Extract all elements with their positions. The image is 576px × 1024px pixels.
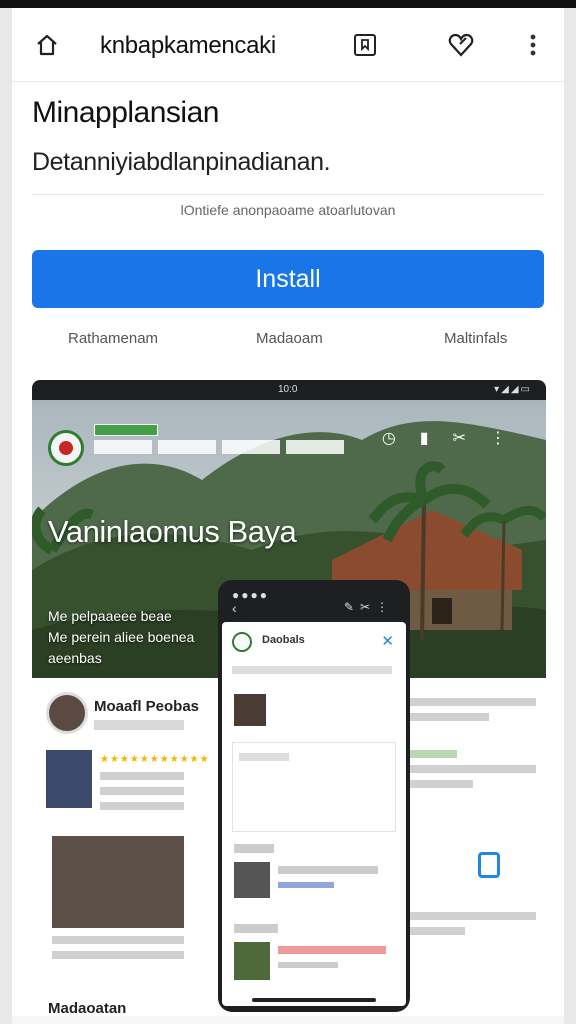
phone-screen: Daobals ✕ bbox=[222, 622, 406, 1006]
phone-input-box bbox=[232, 742, 396, 832]
app-meta-text: lOntiefe anonpaoame atoarlutovan bbox=[180, 202, 396, 218]
phone-toolbar: ●●●● ‹ ✎✂⋮ bbox=[232, 588, 394, 616]
bottom-nav-strip bbox=[12, 1016, 564, 1024]
phone-thumbnail bbox=[234, 694, 266, 726]
feed-photo-large bbox=[52, 836, 184, 928]
preview-status-bar: 10:0 ▾◢◢▭ bbox=[32, 380, 546, 400]
badge-icon bbox=[478, 852, 500, 878]
phone-text-line-4 bbox=[278, 962, 338, 968]
phone-home-indicator bbox=[252, 998, 376, 1002]
feed-user-sub bbox=[94, 720, 184, 730]
app-stats-row: Rathamenam Madaoam Maltinfals bbox=[32, 330, 544, 352]
app-screenshot-preview[interactable]: 10:0 ▾◢◢▭ ◷▮✂⋮ Vaninlaomus Baya Me pelpa… bbox=[32, 380, 546, 1024]
preview-status-icons: ▾◢◢▭ bbox=[494, 384, 532, 395]
hero-action-icons: ◷▮✂⋮ bbox=[381, 430, 530, 447]
feed-photo-thumbnail bbox=[46, 750, 92, 808]
feed-caption: Madaoatan bbox=[48, 1000, 127, 1017]
device-status-bar bbox=[0, 0, 576, 8]
close-icon: ✕ bbox=[381, 633, 394, 650]
phone-thumbnail-3 bbox=[234, 942, 270, 980]
brand-tag bbox=[94, 424, 158, 436]
stat-label-rating: Rathamenam bbox=[68, 330, 159, 347]
stat-label-age: Maltinfals bbox=[444, 330, 508, 347]
preview-status-time: 10:0 bbox=[278, 384, 298, 395]
app-developer[interactable]: Detanniyiabdlanpinadianan. bbox=[32, 148, 331, 177]
phone-thumbnail-2 bbox=[234, 862, 270, 898]
brand-logo-icon bbox=[48, 430, 84, 466]
stat-label-size: Madaoam bbox=[256, 330, 323, 347]
phone-screen-title: Daobals bbox=[262, 634, 305, 646]
phone-mockup: ●●●● ‹ ✎✂⋮ Daobals ✕ bbox=[218, 580, 410, 1012]
bookmark-icon[interactable] bbox=[350, 30, 380, 60]
toolbar-title: knbapkamencaki bbox=[100, 32, 276, 59]
hero-title: Vaninlaomus Baya bbox=[48, 514, 297, 549]
phone-text-line bbox=[232, 666, 392, 674]
feed-text-lines bbox=[100, 772, 184, 817]
home-icon[interactable] bbox=[32, 30, 62, 60]
hero-subtitle: Me pelpaaeee beae Me perein aliee boenea… bbox=[48, 608, 195, 666]
heart-icon[interactable] bbox=[446, 30, 476, 60]
avatar bbox=[46, 692, 88, 734]
feed-user-name: Moaafl Peobas bbox=[94, 698, 200, 715]
feed-text-lines-2 bbox=[52, 936, 184, 966]
hero-nav-chips bbox=[94, 440, 344, 454]
phone-section-label-2 bbox=[234, 924, 278, 933]
phone-text-line-2 bbox=[278, 866, 378, 874]
top-app-bar: knbapkamencaki bbox=[12, 8, 564, 82]
divider bbox=[32, 194, 544, 195]
feed-rating-stars: ★★★★★★★★★★★ bbox=[100, 754, 210, 765]
app-details-sheet: knbapkamencaki Minapplansian Detanniyiab… bbox=[12, 8, 564, 1024]
phone-tool-icons: ✎✂⋮ bbox=[343, 600, 394, 614]
phone-text-line-3 bbox=[278, 946, 386, 954]
phone-link-line bbox=[278, 882, 334, 888]
install-button[interactable]: Install bbox=[32, 250, 544, 308]
back-arrow-icon: ‹ bbox=[232, 600, 237, 616]
phone-logo-icon bbox=[232, 632, 252, 652]
app-name: Minapplansian bbox=[32, 96, 219, 129]
phone-section-label bbox=[234, 844, 274, 853]
more-vert-icon[interactable] bbox=[518, 30, 548, 60]
